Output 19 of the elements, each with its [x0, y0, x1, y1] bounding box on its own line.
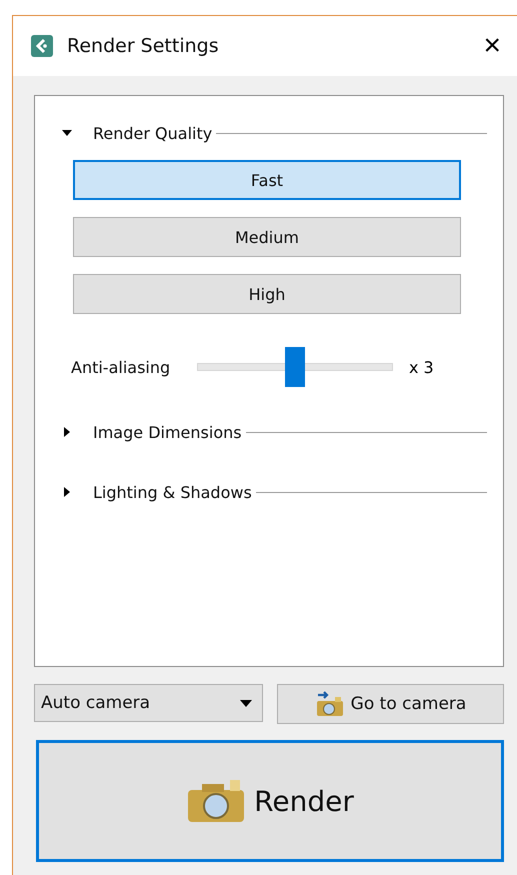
window-title: Render Settings	[67, 35, 220, 57]
section-title[interactable]: Image Dimensions	[93, 422, 246, 442]
quality-option-button[interactable]: Fast	[73, 160, 461, 200]
close-button[interactable]: ×	[483, 31, 501, 61]
camera-dropdown[interactable]: Auto camera	[34, 684, 263, 722]
go-to-camera-button[interactable]: Go to camera	[277, 684, 504, 724]
camera-icon	[186, 778, 246, 824]
render-button[interactable]: Render	[36, 740, 504, 862]
section-title[interactable]: Lighting & Shadows	[93, 482, 256, 502]
camera-arrow-icon	[314, 690, 345, 718]
slider-value: x 3	[409, 358, 434, 376]
dropdown-caret-icon	[240, 700, 252, 706]
app-icon	[31, 35, 53, 57]
quality-option-button[interactable]: High	[73, 274, 461, 314]
slider-track[interactable]	[197, 347, 393, 387]
slider-label: Anti-aliasing	[71, 358, 172, 376]
section-title[interactable]: Render Quality	[93, 124, 216, 142]
quality-option-button[interactable]: Medium	[73, 217, 461, 257]
slider-thumb[interactable]	[285, 347, 305, 387]
